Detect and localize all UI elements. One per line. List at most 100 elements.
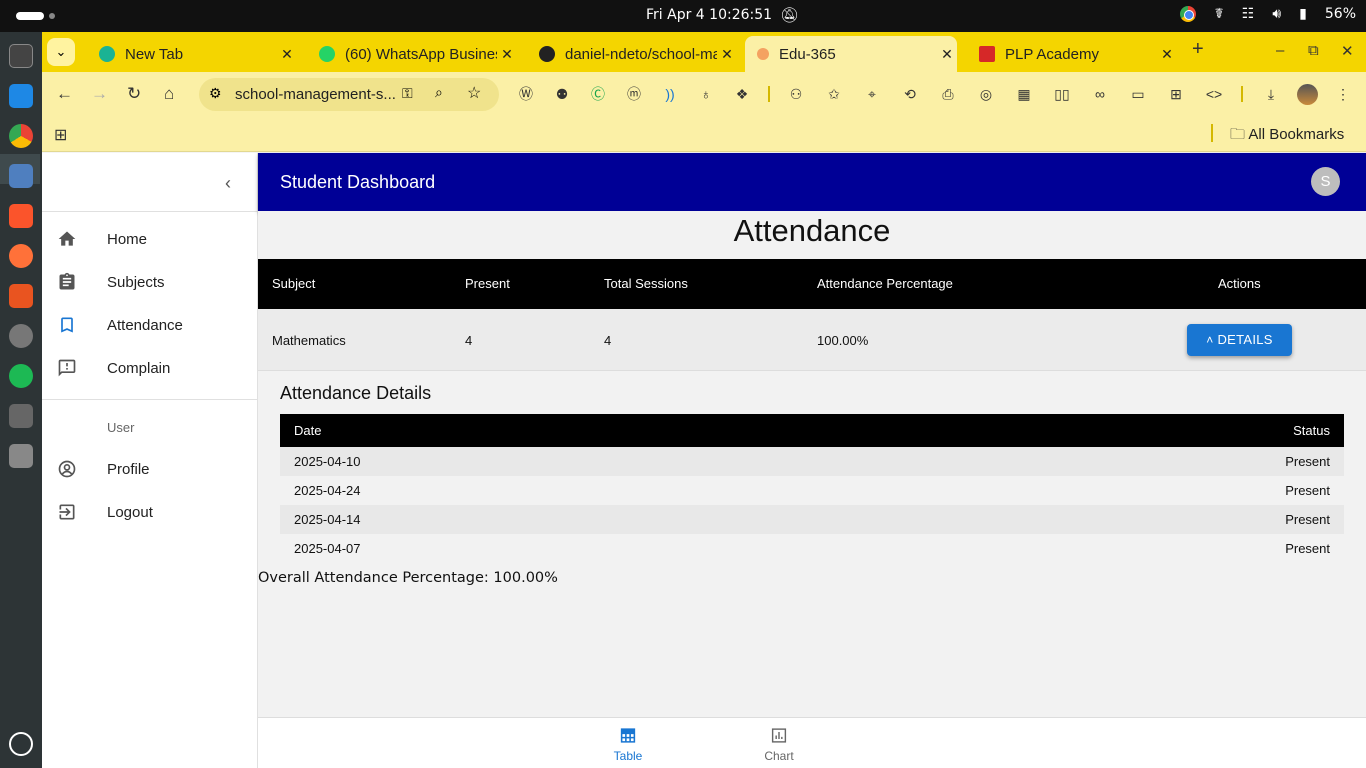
copy-link-icon[interactable]: ∞	[1091, 85, 1109, 103]
sidebar-item-label: Logout	[107, 504, 153, 521]
close-icon[interactable]: ✕	[937, 46, 957, 63]
app-center-icon[interactable]	[9, 284, 33, 308]
sidebar-item-home[interactable]: Home	[42, 219, 257, 262]
settings-icon[interactable]	[9, 324, 33, 348]
text-editor-icon[interactable]	[9, 404, 33, 428]
cell-status: Present	[1285, 512, 1330, 527]
tab-favicon	[979, 46, 995, 62]
spotify-icon[interactable]	[9, 364, 33, 388]
all-bookmarks-button[interactable]: 🗀︎ All Bookmarks	[1230, 124, 1344, 149]
clipboard-icon	[59, 272, 75, 290]
toolbar-separator	[768, 86, 770, 102]
tab-whatsapp[interactable]: (60) WhatsApp Business ✕	[307, 36, 517, 72]
files-icon[interactable]	[9, 164, 33, 188]
new-tab-plus-icon[interactable]: +	[1192, 38, 1204, 61]
screenshot-icon[interactable]: ◎	[977, 85, 995, 103]
bookmarks-bar: ⊞ 🗀︎ All Bookmarks	[42, 116, 1366, 152]
tab-title: (60) WhatsApp Business	[345, 45, 497, 63]
dev-tools-code-icon[interactable]: <>	[1205, 85, 1223, 103]
workspace-indicator[interactable]	[16, 12, 44, 20]
volume-icon[interactable]: 🔊︎	[1272, 6, 1281, 22]
bottom-nav-chart[interactable]: Chart	[749, 727, 809, 763]
profile-avatar[interactable]	[1297, 84, 1318, 105]
sidebar-item-label: Profile	[107, 461, 150, 478]
browser-tab-bar: ⌄ New Tab ✕ (60) WhatsApp Business ✕ dan…	[42, 32, 1366, 72]
home-button-icon[interactable]: ⌂	[164, 84, 174, 104]
history-icon[interactable]: ⟲	[901, 85, 919, 103]
grammarly-icon[interactable]: Ⓒ	[589, 85, 607, 103]
workspace-dot[interactable]	[49, 13, 55, 19]
chevron-left-icon[interactable]: ‹	[225, 173, 231, 194]
cell-total: 4	[604, 333, 612, 348]
system-clock[interactable]: Fri Apr 4 10:26:51	[646, 7, 772, 23]
extension-wave-icon[interactable]: ))	[661, 85, 679, 103]
extensions-puzzle-icon[interactable]: ❖	[733, 85, 751, 103]
extension-w-icon[interactable]: Ⓦ	[517, 85, 535, 103]
reading-mode-icon[interactable]: ▯▯	[1053, 85, 1071, 103]
apps-grid-icon[interactable]: ⊞	[54, 125, 67, 145]
bottom-nav-table[interactable]: Table	[598, 727, 658, 763]
network-icon[interactable]: ☷	[1242, 6, 1255, 22]
sidebar-item-logout[interactable]: Logout	[42, 492, 257, 535]
close-icon[interactable]: ✕	[497, 46, 517, 63]
details-rows: 2025-04-10 Present 2025-04-24 Present 20…	[280, 447, 1344, 563]
trash-icon[interactable]	[9, 444, 33, 468]
accessibility-icon[interactable]: ☤	[1214, 6, 1223, 22]
column-header: Actions	[1218, 276, 1261, 291]
tab-edu-365[interactable]: Edu-365 ✕	[745, 36, 957, 72]
sidebar-item-subjects[interactable]: Subjects	[42, 262, 257, 305]
system-tray[interactable]: ☤ ☷ 🔊︎ ▮ 56%	[1180, 6, 1356, 22]
forward-arrow-icon[interactable]: →	[91, 84, 108, 104]
folder-icon: 🗀︎	[1230, 126, 1246, 143]
sidebar-item-label: Home	[107, 231, 148, 248]
password-key-icon[interactable]: ⚿	[402, 85, 413, 102]
firefox-icon[interactable]	[9, 244, 33, 268]
table-row: Mathematics 4 4 100.00% ˄ DETAILS	[258, 309, 1366, 371]
sidebar-item-attendance[interactable]: Attendance	[42, 305, 257, 348]
show-apps-icon[interactable]	[9, 732, 33, 756]
close-icon[interactable]: ✕	[1157, 46, 1177, 63]
bookmark-star-icon[interactable]: ☆	[467, 83, 481, 103]
minimize-icon[interactable]: –	[1276, 42, 1284, 59]
close-icon[interactable]: ✕	[717, 46, 737, 63]
incognito-icon[interactable]: ⚇	[787, 85, 805, 103]
device-icon[interactable]: ▭	[1129, 85, 1147, 103]
tab-github[interactable]: daniel-ndeto/school-ma ✕	[527, 36, 737, 72]
sidebar-item-profile[interactable]: Profile	[42, 449, 257, 492]
details-button[interactable]: ˄ DETAILS	[1187, 324, 1292, 356]
zoom-icon[interactable]: ⌕	[435, 84, 443, 101]
battery-icon[interactable]: ▮	[1299, 6, 1307, 22]
menu-kebab-icon[interactable]: ⋮	[1334, 85, 1352, 103]
site-info-icon[interactable]: ⚙	[209, 85, 222, 102]
window-close-icon[interactable]: ✕	[1341, 42, 1354, 60]
terminal-icon[interactable]	[9, 44, 33, 68]
sidebar-item-complain[interactable]: Complain	[42, 348, 257, 391]
tab-plp-academy[interactable]: PLP Academy ✕	[967, 36, 1177, 72]
tab-favicon	[99, 46, 115, 62]
print-icon[interactable]: ⎙	[939, 85, 957, 103]
chrome-tray-icon[interactable]	[1180, 6, 1197, 22]
avatar[interactable]: S	[1311, 167, 1340, 196]
extension-bot-icon[interactable]: ⚉	[553, 85, 571, 103]
bottom-navigation: Table Chart	[258, 717, 1366, 768]
download-icon[interactable]: ⤓	[1262, 85, 1280, 103]
restore-icon[interactable]: ⧉	[1308, 42, 1319, 59]
url-text[interactable]: school-management-s...	[235, 86, 395, 103]
extension-bulb-icon[interactable]: ♁	[697, 85, 715, 103]
extension-m-icon[interactable]: ⓜ	[625, 85, 643, 103]
close-icon[interactable]: ✕	[277, 46, 297, 63]
qr-code-icon[interactable]: ▦	[1015, 85, 1033, 103]
favorites-icon[interactable]: ✩	[825, 85, 843, 103]
notification-bell-icon[interactable]: 🔕︎	[780, 6, 799, 24]
chrome-icon[interactable]	[9, 124, 33, 148]
table-view-icon[interactable]: ⊞	[1167, 85, 1185, 103]
address-bar[interactable]: ⚙ school-management-s... ⚿ ⌕ ☆	[199, 78, 499, 111]
reload-icon[interactable]: ↻	[127, 84, 141, 104]
tab-new-tab[interactable]: New Tab ✕	[87, 36, 297, 72]
location-pin-icon[interactable]: ⌖	[863, 85, 881, 103]
vscode-icon[interactable]	[9, 84, 33, 108]
brave-icon[interactable]	[9, 204, 33, 228]
home-icon	[58, 231, 76, 246]
tab-search-chevron-icon[interactable]: ⌄	[47, 38, 75, 66]
back-arrow-icon[interactable]: ←	[56, 84, 73, 104]
